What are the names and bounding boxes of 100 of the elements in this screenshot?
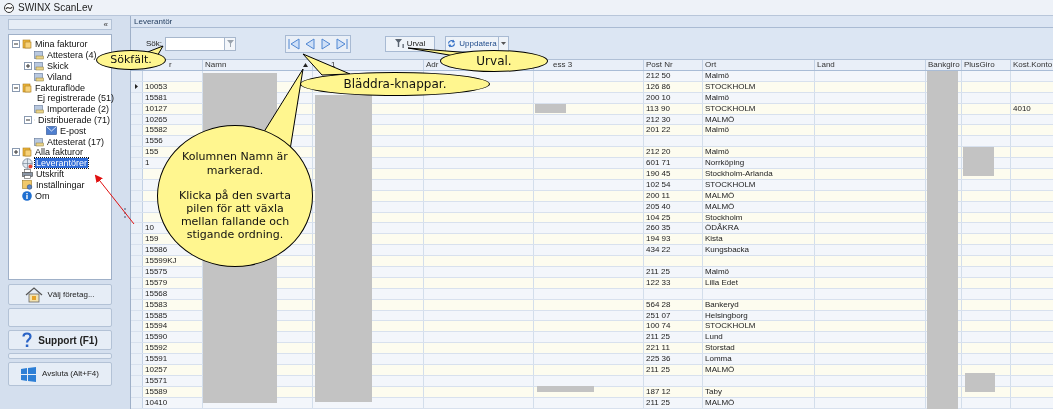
filter-dropdown-button[interactable] [225, 36, 236, 51]
table-cell: 102 54 [646, 179, 671, 190]
redacted-block [963, 147, 994, 176]
table-cell: 15571 [145, 375, 168, 386]
funnel-icon [394, 39, 404, 48]
table-cell: ÖDÅKRA [705, 223, 739, 234]
table-cell: 15589 [145, 386, 168, 397]
table-cell: 113 90 [646, 103, 670, 114]
table-cell: 187 12 [646, 386, 671, 397]
table-cell: Malmö [705, 125, 729, 136]
first-page-icon[interactable] [288, 37, 300, 50]
empty-button[interactable] [8, 308, 112, 327]
table-cell: 100 74 [646, 321, 671, 332]
last-page-icon[interactable] [336, 37, 348, 50]
table-cell: 601 71 [646, 158, 671, 169]
column-header[interactable]: Bankgiro [928, 59, 960, 71]
column-header[interactable]: Post Nr [646, 59, 673, 71]
house-icon [25, 286, 44, 303]
table-cell: STOCKHOLM [705, 179, 756, 190]
search-field[interactable] [165, 36, 225, 51]
window-title: SWINX ScanLev [18, 1, 93, 15]
table-cell: Storstad [705, 343, 735, 354]
tree-item[interactable]: Attesterat (17) [46, 136, 106, 147]
table-cell: MALMÖ [705, 201, 735, 212]
tree-item[interactable]: Ej registrerade (51) [36, 93, 116, 104]
column-header[interactable]: Land [817, 59, 835, 71]
table-cell: 122 33 [646, 277, 671, 288]
search-label: Sök: [146, 37, 162, 50]
expand-icon[interactable] [12, 148, 20, 157]
tree-item[interactable]: Alla fakturor [34, 147, 85, 158]
column-header[interactable]: Adr [426, 59, 439, 71]
tree-item[interactable]: Attestera (4) [46, 50, 98, 61]
table-cell: 200 10 [646, 92, 671, 103]
tree-item[interactable]: Distribuerade (71) [36, 114, 111, 125]
refresh-dropdown-button[interactable] [499, 35, 509, 52]
table-cell: 15575 [145, 267, 168, 277]
tree-item[interactable]: Om [34, 190, 51, 201]
globe-icon [22, 157, 33, 169]
tree-item[interactable]: Leverantörer [35, 158, 89, 169]
table-cell: 10 [145, 223, 154, 234]
redacted-block [535, 104, 566, 113]
tree-item[interactable]: Viland [46, 71, 73, 82]
collapse-icon[interactable] [12, 40, 20, 49]
tree-item[interactable]: Skick [46, 61, 70, 71]
tree-item[interactable]: E-post [59, 125, 87, 136]
column-header[interactable]: r [169, 59, 172, 71]
table-cell: MALMÖ [705, 397, 735, 408]
table-cell: STOCKHOLM [705, 321, 756, 332]
funnel-icon [226, 40, 234, 47]
row-header[interactable] [131, 81, 143, 92]
table-cell: Lund [705, 332, 723, 343]
column-header[interactable]: Ort [705, 59, 717, 71]
table-cell: 1556 [145, 136, 163, 147]
table-cell: 10265 [145, 114, 168, 125]
table-cell: Stockholm [705, 212, 743, 223]
table-cell: 221 11 [646, 343, 670, 354]
table-cell: 104 25 [646, 212, 671, 223]
column-header[interactable]: Kost.Konto [1013, 59, 1053, 71]
column-header[interactable]: 1 [331, 59, 336, 71]
table-cell: MALMÖ [705, 190, 735, 201]
tree-item[interactable]: Importerade (2) [46, 104, 111, 115]
column-header[interactable]: Namn [205, 59, 227, 71]
exit-button[interactable]: Avsluta (Alt+F4) [8, 362, 112, 386]
collapse-icon[interactable] [12, 83, 20, 92]
collapse-button[interactable]: « [8, 19, 112, 30]
panel-header: Leverantör [131, 16, 1053, 28]
folder-icon [22, 39, 32, 50]
expand-icon[interactable] [24, 62, 32, 70]
sort-arrow-icon[interactable] [303, 63, 308, 67]
table-cell: 15568 [145, 288, 168, 299]
table-cell: Malmö [705, 267, 729, 277]
table-cell: 564 28 [646, 299, 671, 310]
table-cell: 200 11 [646, 190, 670, 201]
help-icon [22, 332, 33, 348]
folder-icon [22, 147, 32, 158]
table-cell: 201 22 [646, 125, 671, 136]
collapse-icon[interactable] [24, 115, 32, 124]
table-cell: 15583 [145, 299, 168, 310]
table-cell: 15590 [145, 332, 168, 343]
printer-icon [22, 168, 33, 179]
table-cell: 4010 [1013, 103, 1031, 114]
table-cell: 205 40 [646, 201, 671, 212]
table-cell: STOCKHOLM [705, 81, 756, 92]
previous-icon[interactable] [304, 37, 316, 50]
tree-item[interactable]: Fakturaflöde [34, 82, 87, 93]
column-header[interactable]: ess 3 [553, 59, 573, 71]
tree-item[interactable]: Utskrift [35, 168, 65, 179]
tree-item[interactable]: Inställningar [35, 179, 86, 190]
tree-item[interactable]: Mina fakturor [34, 39, 89, 50]
document-icon [34, 50, 44, 61]
refresh-button[interactable]: Uppdatera [445, 35, 499, 52]
support-button[interactable]: Support (F1) [8, 330, 112, 350]
select-company-button[interactable]: Välj företag... [8, 284, 112, 305]
pointer-arrow [94, 174, 135, 225]
table-cell: 15582 [145, 125, 168, 136]
table-cell: 225 36 [646, 354, 671, 365]
column-header[interactable]: PlusGiro [964, 59, 995, 71]
windows-logo-icon [21, 366, 36, 382]
table-cell: 15585 [145, 310, 168, 321]
next-icon[interactable] [320, 37, 332, 50]
